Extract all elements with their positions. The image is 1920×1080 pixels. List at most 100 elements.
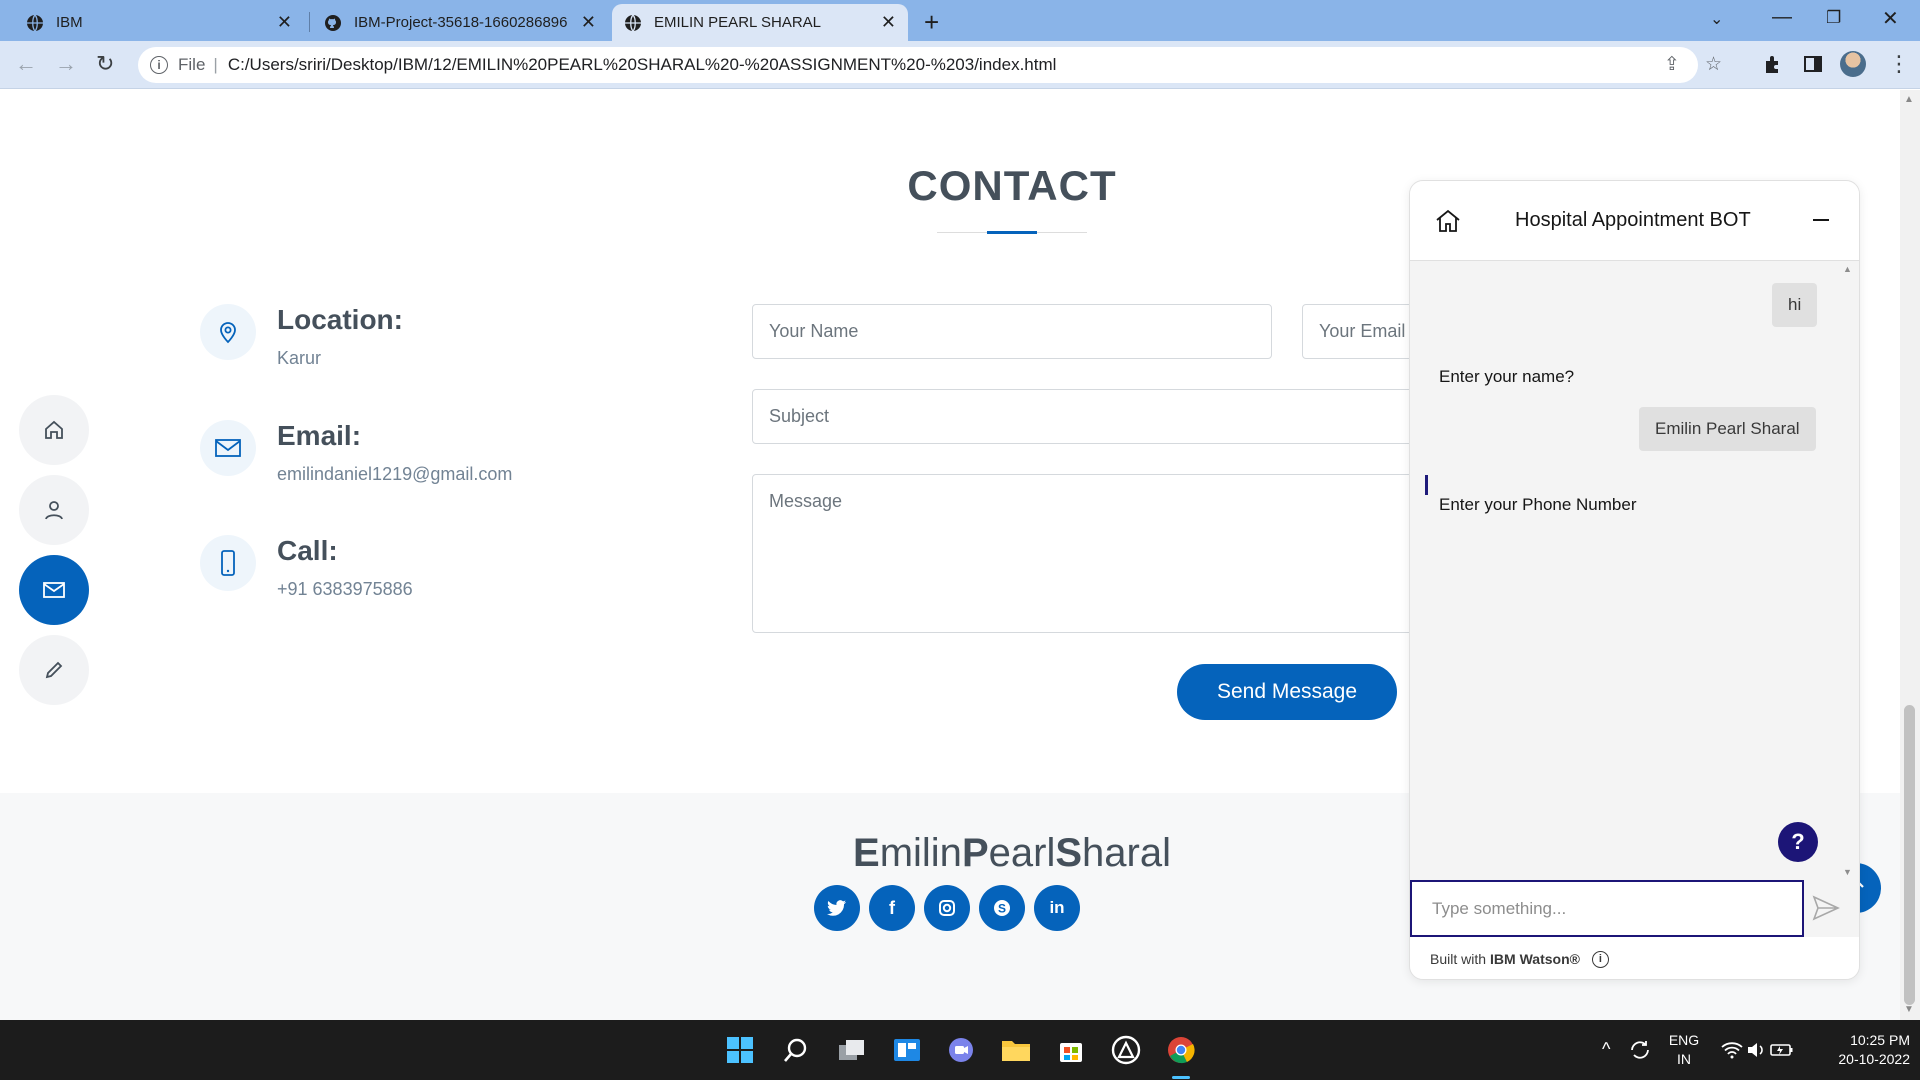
close-tab-icon[interactable]: ✕ xyxy=(277,12,292,33)
language-indicator[interactable]: ENG IN xyxy=(1664,1031,1704,1069)
chrome-icon[interactable] xyxy=(1165,1034,1197,1066)
close-tab-icon[interactable]: ✕ xyxy=(581,12,596,33)
language-code: ENG xyxy=(1668,1032,1700,1048)
pencil-icon xyxy=(45,661,63,679)
nav-edit-button[interactable] xyxy=(19,635,89,705)
chrome-active-indicator xyxy=(1172,1076,1190,1079)
share-icon[interactable]: ⇪ xyxy=(1664,53,1680,76)
clock[interactable]: 10:25 PM 20-10-2022 xyxy=(1810,1031,1910,1069)
browser-menu-icon[interactable]: ⋮ xyxy=(1888,51,1910,77)
facebook-icon[interactable]: f xyxy=(869,885,915,931)
brand-letter: S xyxy=(1055,831,1083,875)
site-info-icon[interactable]: i xyxy=(150,56,168,74)
chat-input-placeholder: Type something... xyxy=(1432,898,1567,918)
brand-part: milin xyxy=(879,831,962,875)
reload-icon[interactable]: ↻ xyxy=(96,51,114,77)
bot-message-focus-bar xyxy=(1425,475,1428,495)
bot-message: Enter your Phone Number xyxy=(1439,495,1637,514)
tab-separator xyxy=(309,12,310,32)
url-text: C:/Users/sriri/Desktop/IBM/12/EMILIN%20P… xyxy=(227,55,1057,74)
name-placeholder: Your Name xyxy=(769,321,859,341)
nav-contact-button[interactable] xyxy=(19,555,89,625)
app-icon[interactable] xyxy=(1110,1034,1142,1066)
bookmark-star-icon[interactable]: ☆ xyxy=(1705,53,1722,76)
email-label: Email: xyxy=(277,420,362,451)
send-message-button[interactable]: Send Message xyxy=(1177,664,1397,720)
chat-messages: ▲ hi Enter your name? Emilin Pearl Shara… xyxy=(1410,262,1859,880)
user-message: Emilin Pearl Sharal xyxy=(1639,407,1816,451)
region-code: IN xyxy=(1677,1051,1691,1067)
subject-placeholder: Subject xyxy=(769,406,830,426)
brand-part: earl xyxy=(988,831,1056,875)
person-icon xyxy=(45,501,63,520)
github-icon xyxy=(325,14,341,31)
nav-about-button[interactable] xyxy=(19,475,89,545)
page-scrollbar-thumb[interactable] xyxy=(1904,705,1915,1005)
bot-message: Enter your name? xyxy=(1439,367,1575,386)
tab-github-project[interactable]: IBM-Project-35618-1660286896 ✕ xyxy=(312,4,608,41)
subject-input[interactable]: Subject xyxy=(752,389,1502,444)
windows-start-icon[interactable] xyxy=(724,1034,756,1066)
file-explorer-icon[interactable] xyxy=(1000,1034,1032,1066)
linkedin-icon[interactable]: in xyxy=(1034,885,1080,931)
tab-search-icon[interactable]: ⌄ xyxy=(1710,9,1723,29)
tab-emilin-pearl-sharal[interactable]: EMILIN PEARL SHARAL ✕ xyxy=(612,4,908,41)
close-window-icon[interactable]: ✕ xyxy=(1882,6,1899,31)
skype-icon[interactable]: S xyxy=(979,885,1025,931)
chat-scroll-down-arrow[interactable]: ▼ xyxy=(1843,867,1852,877)
address-bar: ← → ↻ i File | C:/Users/sriri/Desktop/IB… xyxy=(0,41,1920,89)
sync-icon[interactable] xyxy=(1624,1034,1656,1066)
message-textarea[interactable]: Message xyxy=(752,474,1502,633)
instagram-icon[interactable] xyxy=(924,885,970,931)
brand-letter: E xyxy=(853,831,880,875)
extensions-puzzle-icon[interactable] xyxy=(1762,53,1784,75)
restore-icon[interactable]: ❐ xyxy=(1826,8,1841,28)
microsoft-store-icon[interactable] xyxy=(1055,1034,1087,1066)
chat-title: Hospital Appointment BOT xyxy=(1515,209,1751,231)
teams-chat-icon[interactable] xyxy=(945,1034,977,1066)
clock-date: 20-10-2022 xyxy=(1838,1051,1910,1067)
close-tab-icon[interactable]: ✕ xyxy=(881,12,896,33)
envelope-icon xyxy=(200,420,256,476)
title-underline-accent xyxy=(987,231,1037,234)
tab-title: EMILIN PEARL SHARAL xyxy=(654,14,821,31)
email-placeholder: Your Email xyxy=(1319,321,1406,341)
phone-icon xyxy=(200,535,256,591)
chat-scroll-up-arrow[interactable]: ▲ xyxy=(1843,264,1852,274)
tray-overflow-icon[interactable]: ^ xyxy=(1602,1040,1610,1059)
info-icon[interactable]: i xyxy=(1591,950,1609,968)
battery-icon[interactable] xyxy=(1766,1034,1798,1066)
message-placeholder: Message xyxy=(769,491,843,511)
widgets-icon[interactable] xyxy=(891,1034,923,1066)
minimize-icon[interactable]: — xyxy=(1772,6,1792,29)
profile-avatar[interactable] xyxy=(1840,51,1866,77)
back-icon[interactable]: ← xyxy=(15,51,37,77)
twitter-icon[interactable] xyxy=(814,885,860,931)
scroll-down-arrow[interactable]: ▼ xyxy=(1904,1004,1914,1015)
search-icon[interactable] xyxy=(780,1034,812,1066)
forward-icon[interactable]: → xyxy=(55,51,77,77)
built-with-label: Built with xyxy=(1430,951,1487,967)
new-tab-icon[interactable]: + xyxy=(924,7,939,38)
user-message: hi xyxy=(1772,283,1818,327)
home-icon xyxy=(45,420,63,439)
chat-header: Hospital Appointment BOT xyxy=(1410,181,1859,261)
send-icon[interactable] xyxy=(1812,895,1840,921)
browser-tab-bar: IBM ✕ IBM-Project-35618-1660286896 ✕ EMI… xyxy=(0,0,1920,41)
brand-part: haral xyxy=(1082,831,1171,875)
windows-taskbar: ^ ENG IN 10:25 PM 20-10-2022 xyxy=(0,1020,1920,1080)
chat-message-input[interactable]: Type something... xyxy=(1410,880,1804,937)
home-icon[interactable] xyxy=(1434,207,1462,235)
call-value[interactable]: +91 6383975886 xyxy=(277,579,413,600)
help-button[interactable]: ? xyxy=(1778,822,1818,862)
tab-ibm[interactable]: IBM ✕ xyxy=(14,4,304,41)
scroll-up-arrow[interactable]: ▲ xyxy=(1904,94,1914,105)
side-panel-icon[interactable] xyxy=(1802,53,1824,75)
email-value[interactable]: emilindaniel1219@gmail.com xyxy=(277,464,512,485)
nav-home-button[interactable] xyxy=(19,395,89,465)
url-omnibox[interactable]: i File | C:/Users/sriri/Desktop/IBM/12/E… xyxy=(138,47,1722,83)
task-view-icon[interactable] xyxy=(836,1034,868,1066)
minimize-chat-icon[interactable] xyxy=(1813,219,1829,221)
name-input[interactable]: Your Name xyxy=(752,304,1272,359)
file-label: File xyxy=(178,55,206,74)
